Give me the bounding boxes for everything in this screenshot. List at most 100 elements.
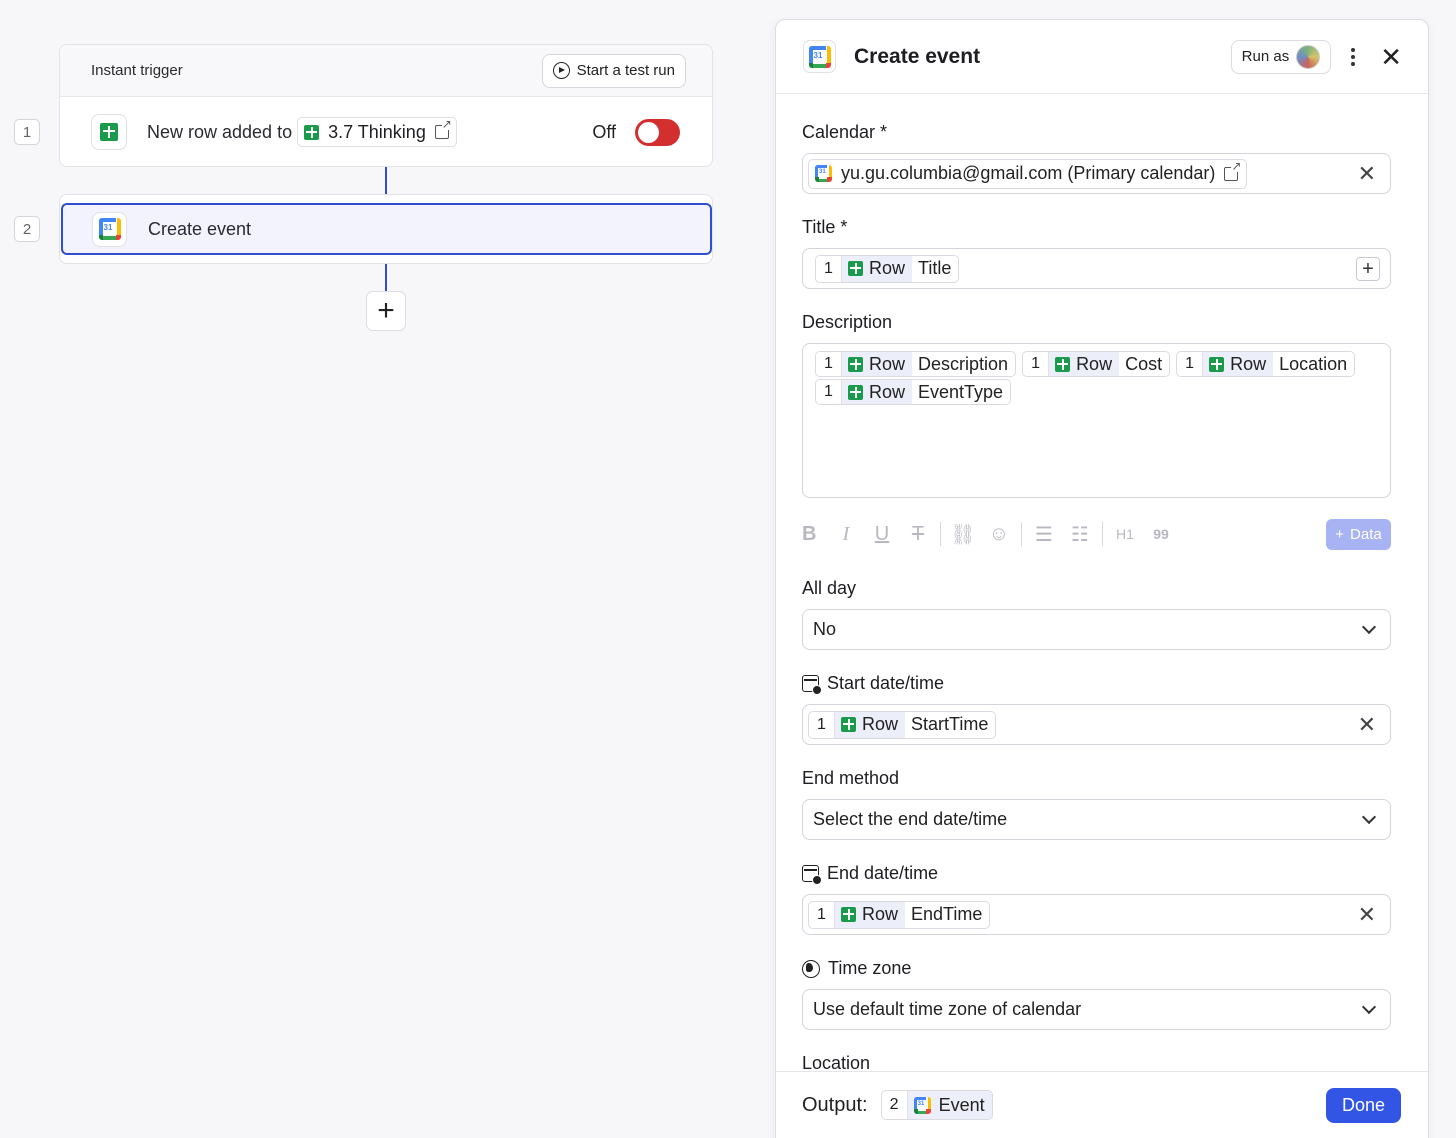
token-step-number: 1 xyxy=(809,711,835,738)
token-step-number: 1 xyxy=(816,352,842,376)
token-step-number: 1 xyxy=(816,255,842,282)
calendar-clock-icon xyxy=(802,865,822,885)
start-test-run-label: Start a test run xyxy=(576,62,675,79)
numbered-list-icon[interactable]: ☷ xyxy=(1062,522,1098,547)
description-token-chip[interactable]: 1 Row Description xyxy=(815,351,1017,377)
calendar-chip[interactable]: 31 yu.gu.columbia@gmail.com (Primary cal… xyxy=(808,158,1248,189)
more-options-icon[interactable] xyxy=(1348,47,1358,66)
emoji-icon[interactable]: ☺ xyxy=(981,523,1017,546)
token-source: Row xyxy=(842,255,913,282)
flow-connector xyxy=(385,264,387,291)
clear-start-icon[interactable]: ✕ xyxy=(1358,712,1376,738)
token-source: Row xyxy=(842,380,913,404)
toolbar-divider xyxy=(1021,522,1022,546)
end-method-select[interactable]: Select the end date/time xyxy=(802,799,1391,840)
run-as-label: Run as xyxy=(1241,48,1290,65)
sheets-icon xyxy=(1055,356,1071,372)
start-token-chip[interactable]: 1 Row StartTime xyxy=(808,710,997,739)
chevron-down-icon xyxy=(1361,999,1377,1015)
start-test-run-button[interactable]: Start a test run xyxy=(541,53,686,88)
run-as-button[interactable]: Run as xyxy=(1230,39,1332,74)
calendar-icon: 31 xyxy=(808,45,831,68)
action-card-create-event[interactable]: 31 Create event xyxy=(61,203,712,255)
trigger-toggle[interactable] xyxy=(635,118,680,146)
sheets-icon xyxy=(841,717,856,732)
clear-calendar-icon[interactable]: ✕ xyxy=(1358,161,1376,187)
title-token-chip[interactable]: 1 Row Title xyxy=(815,254,960,283)
sheet-name: 3.7 Thinking xyxy=(328,121,426,142)
trigger-description: New row added to xyxy=(147,121,293,142)
close-icon[interactable]: ✕ xyxy=(1380,44,1402,70)
bold-icon[interactable]: B xyxy=(802,523,828,546)
time-zone-label: Time zone xyxy=(802,958,1391,979)
time-zone-select[interactable]: Use default time zone of calendar xyxy=(802,989,1391,1030)
panel-footer: Output: 2 31 Event Done xyxy=(776,1071,1428,1138)
token-step-number: 1 xyxy=(809,901,835,928)
output-label: Output: xyxy=(802,1093,868,1116)
strikethrough-icon[interactable]: T xyxy=(900,523,936,546)
trigger-body: New row added to 3.7 Thinking Off xyxy=(60,97,712,167)
token-source: Row xyxy=(842,352,913,376)
all-day-select[interactable]: No xyxy=(802,609,1391,650)
token-source: Row xyxy=(1203,352,1274,376)
output-step-number: 2 xyxy=(881,1091,908,1119)
description-label: Description xyxy=(802,312,893,332)
bulleted-list-icon[interactable]: ☰ xyxy=(1026,522,1062,547)
token-column: Description xyxy=(912,352,1016,376)
end-datetime-field[interactable]: 1 Row EndTime ✕ xyxy=(802,894,1391,935)
trigger-header: Instant trigger Start a test run xyxy=(60,45,712,97)
start-datetime-field[interactable]: 1 Row StartTime ✕ xyxy=(802,704,1391,745)
token-column: EventType xyxy=(912,380,1011,404)
description-token-chip[interactable]: 1 Row EventType xyxy=(815,379,1012,405)
sheet-link-chip[interactable]: 3.7 Thinking xyxy=(297,117,457,147)
title-label: Title * xyxy=(802,217,848,237)
calendar-icon: 31 xyxy=(815,165,832,182)
panel-header: 31 Create event Run as ✕ xyxy=(776,20,1428,94)
google-calendar-app-icon: 31 xyxy=(92,211,127,247)
token-column: Title xyxy=(912,255,959,282)
end-token-chip[interactable]: 1 Row EndTime xyxy=(808,900,991,929)
heading-button[interactable]: H1 xyxy=(1107,526,1143,542)
title-field[interactable]: 1 Row Title + xyxy=(802,248,1391,289)
add-step-button[interactable]: + xyxy=(366,291,406,331)
avatar xyxy=(1296,44,1321,69)
sheets-icon xyxy=(304,124,320,140)
clear-end-icon[interactable]: ✕ xyxy=(1358,902,1376,928)
external-link-icon[interactable] xyxy=(434,118,452,139)
token-column: StartTime xyxy=(905,711,996,738)
formatting-toolbar: B I U T ⛓ ☺ ☰ ☷ H1 99 + Data xyxy=(802,518,1391,550)
add-data-icon[interactable]: + xyxy=(1356,257,1380,281)
calendar-clock-icon xyxy=(802,675,822,695)
underline-icon[interactable]: U xyxy=(864,523,900,546)
insert-data-label: Data xyxy=(1350,525,1382,543)
all-day-label: All day xyxy=(802,578,857,598)
external-link-icon[interactable] xyxy=(1224,159,1242,181)
trigger-type-label: Instant trigger xyxy=(91,62,183,79)
end-method-value: Select the end date/time xyxy=(813,809,1008,829)
calendar-field[interactable]: 31 yu.gu.columbia@gmail.com (Primary cal… xyxy=(802,153,1391,194)
step-number-1: 1 xyxy=(14,119,40,145)
toolbar-divider xyxy=(1102,522,1103,546)
start-datetime-label: Start date/time xyxy=(802,673,1391,695)
quote-button[interactable]: 99 xyxy=(1143,526,1179,542)
description-token-chip[interactable]: 1 Row Location xyxy=(1176,351,1356,377)
insert-data-button[interactable]: + Data xyxy=(1326,518,1391,550)
step-config-panel: 31 Create event Run as ✕ Calendar * 31 y… xyxy=(775,19,1429,1138)
output-token-chip[interactable]: 2 31 Event xyxy=(880,1090,993,1120)
done-button[interactable]: Done xyxy=(1325,1087,1401,1123)
description-token-chip[interactable]: 1 Row Cost xyxy=(1022,351,1171,377)
end-datetime-label: End date/time xyxy=(802,863,1391,885)
trigger-card[interactable]: Instant trigger Start a test run New row… xyxy=(59,44,713,167)
calendar-icon: 31 xyxy=(98,218,121,240)
step-number-2: 2 xyxy=(14,216,40,242)
token-source: Row xyxy=(835,901,906,928)
chevron-down-icon xyxy=(1361,619,1377,635)
token-column: Location xyxy=(1273,352,1355,376)
italic-icon[interactable]: I xyxy=(828,523,864,546)
link-icon[interactable]: ⛓ xyxy=(945,522,981,547)
chevron-down-icon xyxy=(1361,809,1377,825)
description-editor[interactable]: 1 Row Description 1 Row Cost 1 Row Locat… xyxy=(802,343,1391,498)
plus-icon: + xyxy=(1335,525,1345,543)
start-datetime-label-text: Start date/time xyxy=(827,673,945,693)
google-sheets-app-icon xyxy=(91,114,127,150)
